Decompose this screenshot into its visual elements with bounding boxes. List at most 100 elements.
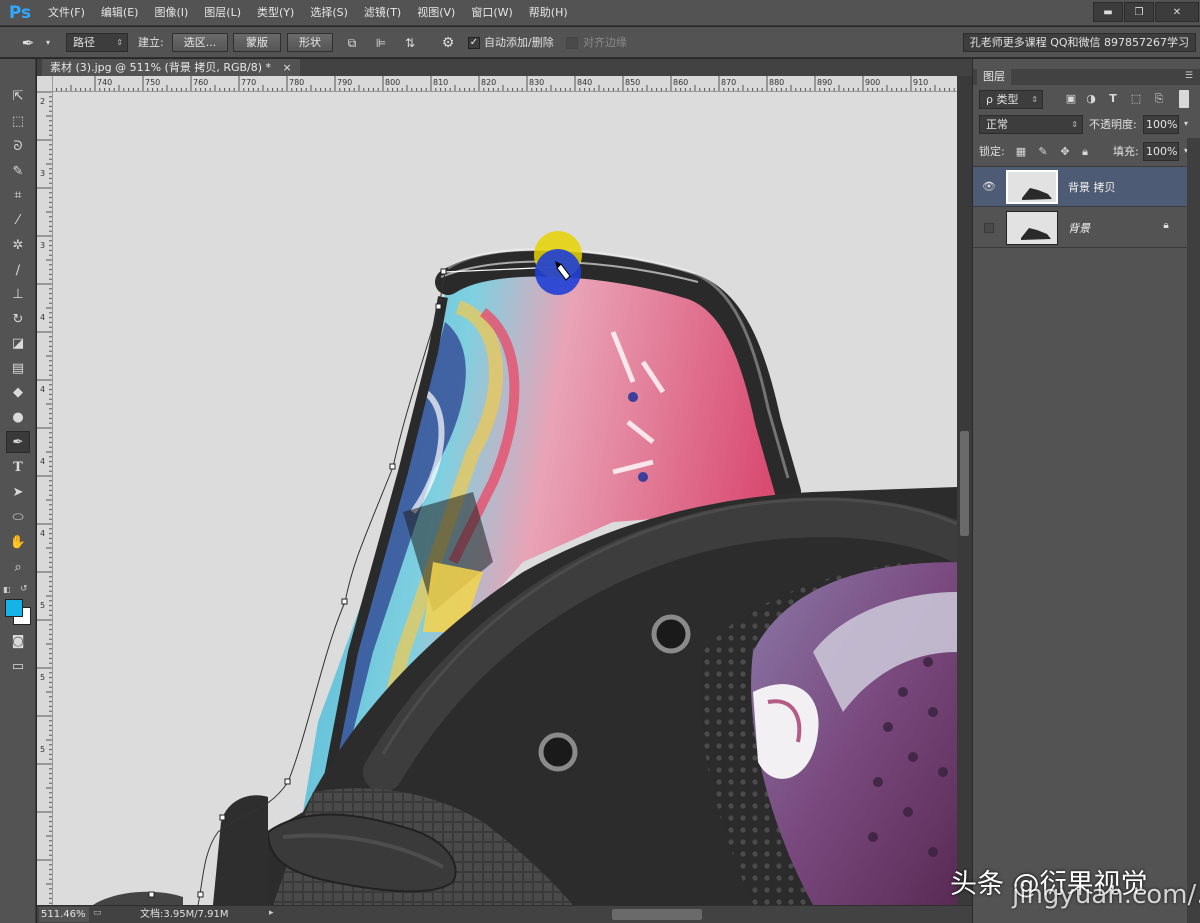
vertical-ruler[interactable]: 2 3 3 4 4 4 4 5 5 5 (37, 92, 53, 905)
chevron-down-icon[interactable]: ▾ (40, 35, 56, 51)
align-edges-checkbox[interactable] (566, 37, 578, 49)
promo-field[interactable]: 孔老师更多课程 QQ和微信 897857267学习 (962, 33, 1196, 52)
brush-tool-icon[interactable]: ∕ (6, 259, 30, 281)
dodge-tool-icon[interactable]: ● (6, 406, 30, 428)
layer-thumbnail-image (1008, 172, 1056, 202)
visibility-toggle[interactable] (981, 220, 997, 236)
eye-icon[interactable]: 👁︎ (981, 179, 997, 195)
tools-panel: ⇱ ⬚ ᘐ ✎ ⌗ ⁄ ✲ ∕ ⊥ ↻ ◪ ▤ ◆ ● ✒ T ➤ ⬭ ✋ ⌕ … (0, 59, 36, 923)
gear-icon[interactable]: ⚙ (440, 35, 456, 51)
quick-select-tool-icon[interactable]: ✎ (6, 160, 30, 182)
move-tool-icon[interactable]: ⇱ (6, 85, 30, 107)
vertical-scrollbar[interactable] (957, 76, 972, 905)
ruler-tick-label: 760 (193, 78, 208, 87)
panel-menu-icon[interactable]: ☰ (1185, 71, 1193, 81)
make-selection-button[interactable]: 选区... (172, 33, 228, 52)
blend-mode-select[interactable]: 正常 ⇕ (979, 115, 1083, 134)
status-menu-arrow-icon[interactable]: ▸ (269, 908, 274, 918)
gradient-tool-icon[interactable]: ▤ (6, 357, 30, 379)
clone-stamp-tool-icon[interactable]: ⊥ (6, 283, 30, 305)
opacity-dropdown-icon[interactable]: ▾ (1179, 116, 1193, 132)
eraser-tool-icon[interactable]: ◪ (6, 332, 30, 354)
layer-row[interactable]: 背景 🔒︎ (973, 208, 1187, 248)
lock-position-icon[interactable]: ✥ (1057, 144, 1073, 160)
path-operations-icon[interactable]: ⧉ (344, 35, 360, 51)
menu-view[interactable]: 视图(V) (409, 0, 463, 26)
status-icon: ▭ (93, 908, 102, 918)
path-selection-tool-icon[interactable]: ➤ (6, 481, 30, 503)
type-tool-icon[interactable]: T (6, 456, 30, 478)
opacity-field[interactable]: 100% (1143, 115, 1179, 134)
select-arrows-icon: ⇕ (116, 38, 123, 47)
default-colors-icon[interactable]: ◧ (3, 585, 11, 594)
close-tab-icon[interactable]: × (283, 61, 292, 74)
document-tab-title: 素材 (3).jpg @ 511% (背景 拷贝, RGB/8) * (50, 61, 272, 74)
make-shape-button[interactable]: 形状 (287, 33, 333, 52)
filter-type-icon[interactable]: T (1105, 91, 1121, 107)
lock-image-icon[interactable]: ✎ (1035, 144, 1051, 160)
lock-all-icon[interactable]: 🔒︎ (1077, 144, 1093, 160)
path-alignment-icon[interactable]: ⊫ (373, 35, 389, 51)
menu-layer[interactable]: 图层(L) (196, 0, 249, 26)
ruler-tick-label: 2 (40, 97, 45, 106)
menu-filter[interactable]: 滤镜(T) (356, 0, 409, 26)
ruler-tick-label: 900 (865, 78, 880, 87)
lock-transparent-icon[interactable]: ▦ (1013, 144, 1029, 160)
layer-name[interactable]: 背景 拷贝 (1068, 179, 1116, 195)
ruler-origin[interactable] (37, 76, 53, 92)
menu-select[interactable]: 选择(S) (302, 0, 356, 26)
menu-edit[interactable]: 编辑(E) (93, 0, 147, 26)
healing-brush-tool-icon[interactable]: ✲ (6, 234, 30, 256)
crop-tool-icon[interactable]: ⌗ (6, 184, 30, 206)
ruler-tick-label: 790 (337, 78, 352, 87)
filter-adjustment-icon[interactable]: ◑ (1083, 91, 1099, 107)
quick-mask-icon[interactable]: ◙ (6, 630, 30, 652)
path-arrangement-icon[interactable]: ⇅ (402, 35, 418, 51)
close-button[interactable]: ✕ (1155, 2, 1199, 22)
hand-tool-icon[interactable]: ✋ (6, 531, 30, 553)
swap-colors-icon[interactable]: ↺ (20, 584, 28, 594)
filter-smart-object-icon[interactable]: ⎘ (1151, 91, 1167, 107)
ruler-tick-label: 5 (40, 673, 45, 682)
foreground-color-swatch[interactable] (5, 599, 23, 617)
menu-file[interactable]: 文件(F) (40, 0, 93, 26)
menu-type[interactable]: 类型(Y) (249, 0, 302, 26)
pen-tool-preset-icon[interactable]: ✒ (20, 35, 36, 51)
ellipse-tool-icon[interactable]: ⬭ (6, 506, 30, 528)
layers-scrollbar[interactable] (1187, 138, 1200, 923)
eyedropper-tool-icon[interactable]: ⁄ (6, 209, 30, 231)
filter-toggle-icon[interactable] (1179, 90, 1189, 108)
ruler-tick-label: 810 (433, 78, 448, 87)
layer-filter-value: ρ 类型 (986, 93, 1019, 106)
document-tab[interactable]: 素材 (3).jpg @ 511% (背景 拷贝, RGB/8) * × (42, 59, 300, 76)
menu-image[interactable]: 图像(I) (146, 0, 196, 26)
restore-button[interactable]: ❐ (1124, 2, 1154, 22)
layer-row[interactable]: 👁︎ 背景 拷贝 (973, 167, 1187, 207)
screen-mode-icon[interactable]: ▭ (6, 655, 30, 677)
zoom-tool-icon[interactable]: ⌕ (6, 556, 30, 578)
pen-mode-select[interactable]: 路径 ⇕ (66, 33, 128, 52)
filter-shape-icon[interactable]: ⬚ (1128, 91, 1144, 107)
make-mask-button[interactable]: 蒙版 (233, 33, 281, 52)
document-canvas[interactable] (53, 92, 957, 905)
ruler-tick-label: 880 (769, 78, 784, 87)
blur-tool-icon[interactable]: ◆ (6, 381, 30, 403)
menu-help[interactable]: 帮助(H) (521, 0, 576, 26)
zoom-level-field[interactable]: 511.46% (39, 907, 89, 922)
auto-add-delete-checkbox[interactable]: ✓ (468, 37, 480, 49)
lasso-tool-icon[interactable]: ᘐ (6, 135, 30, 157)
vertical-scroll-thumb[interactable] (960, 431, 969, 536)
fill-field[interactable]: 100% (1143, 142, 1179, 161)
align-edges-label: 对齐边缘 (583, 36, 627, 49)
marquee-tool-icon[interactable]: ⬚ (6, 110, 30, 132)
pen-tool-icon[interactable]: ✒ (6, 431, 30, 453)
history-brush-tool-icon[interactable]: ↻ (6, 308, 30, 330)
horizontal-ruler[interactable]: 740 750 760 770 780 790 800 810 820 830 840 850 860 8… (53, 76, 957, 92)
layer-filter-select[interactable]: ρ 类型 ⇕ (979, 90, 1043, 109)
layer-name[interactable]: 背景 (1068, 220, 1090, 236)
menu-window[interactable]: 窗口(W) (463, 0, 520, 26)
tab-layers[interactable]: 图层 (977, 69, 1011, 85)
filter-pixel-icon[interactable]: ▣ (1063, 91, 1079, 107)
minimize-button[interactable]: ▬ (1093, 2, 1123, 22)
horizontal-scroll-thumb[interactable] (612, 909, 702, 920)
